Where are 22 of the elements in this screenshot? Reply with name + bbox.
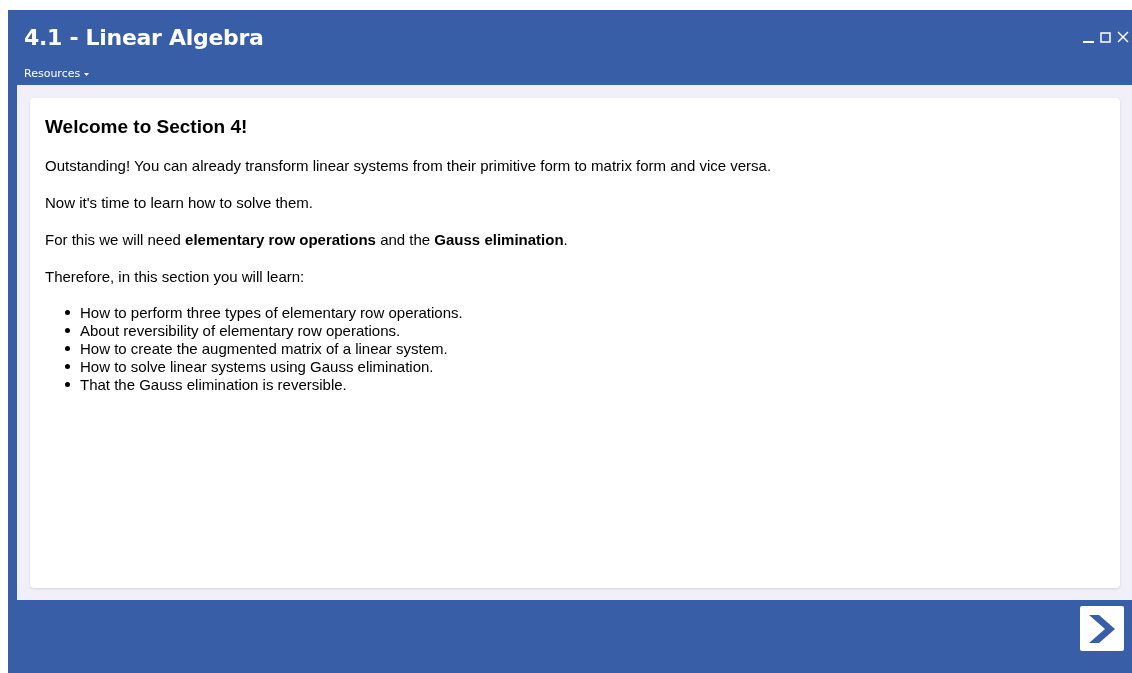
next-button[interactable]	[1080, 606, 1124, 651]
list-item: About reversibility of elementary row operations.	[80, 321, 401, 340]
paragraph: Therefore, in this section you will learn:	[45, 266, 306, 286]
list-item: How to perform three types of elementary row operations.	[80, 303, 463, 322]
paragraph: For this we will need elementary row operations and the Gauss elimination.	[45, 229, 569, 249]
paragraph: Now it's time to learn how to solve them.	[45, 192, 314, 212]
list-item: That the Gauss elimination is reversible.	[80, 375, 347, 394]
window-title: 4.1 - Linear Algebra	[24, 23, 264, 52]
close-icon[interactable]	[1117, 31, 1129, 43]
bullet-icon	[65, 364, 70, 369]
section-heading: Welcome to Section 4!	[45, 115, 249, 139]
bullet-icon	[65, 328, 70, 333]
bullet-icon	[65, 310, 70, 315]
bullet-icon	[65, 346, 70, 351]
chevron-right-icon	[1089, 614, 1115, 643]
list-item: How to create the augmented matrix of a linear system.	[80, 339, 448, 358]
resources-menu[interactable]: Resources	[24, 66, 90, 83]
bullet-icon	[65, 382, 70, 387]
list-item: How to solve linear systems using Gauss elimination.	[80, 357, 434, 376]
caret-icon	[84, 72, 90, 76]
paragraph: Outstanding! You can already transform linear systems from their primitive form to matrix form and vice versa.	[45, 155, 773, 175]
maximize-icon[interactable]	[1100, 31, 1111, 43]
